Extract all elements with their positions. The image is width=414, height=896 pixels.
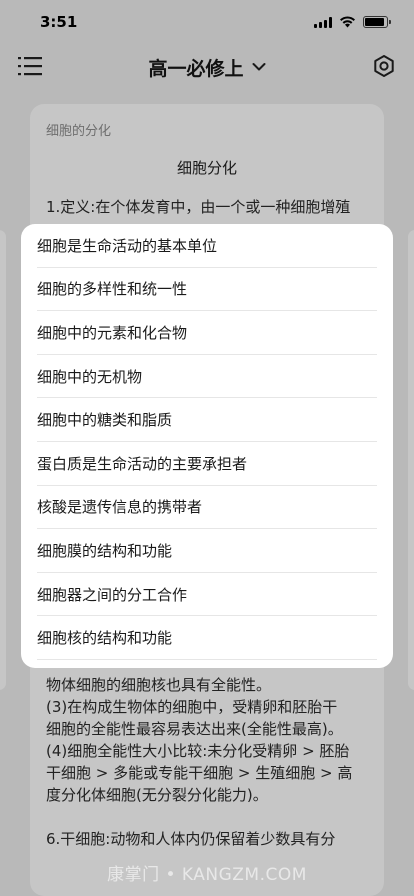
dropdown-item[interactable]: 细胞的多样性和统一性 bbox=[37, 268, 377, 312]
status-icons bbox=[314, 16, 391, 28]
breadcrumb: 细胞的分化 bbox=[46, 124, 112, 139]
status-time: 3:51 bbox=[40, 13, 78, 31]
battery-icon bbox=[363, 16, 391, 28]
article-top-text: 1.定义:在个体发育中，由一个或一种细胞增殖 bbox=[46, 196, 368, 218]
chevron-down-icon bbox=[252, 63, 265, 71]
dropdown-item[interactable]: 核酸是遗传信息的携带者 bbox=[37, 486, 377, 530]
dropdown-item[interactable]: 蛋白质是生命活动的主要承担者 bbox=[37, 442, 377, 486]
signal-icon bbox=[314, 16, 332, 28]
article-line: (4)细胞全能性大小比较:未分化受精卵 > 胚胎 bbox=[46, 742, 350, 760]
article-line: 1.定义:在个体发育中，由一个或一种细胞增殖 bbox=[46, 198, 351, 216]
article-heading: 细胞分化 bbox=[176, 159, 237, 177]
dropdown-item[interactable]: 细胞核的结构和功能 bbox=[37, 616, 377, 660]
dropdown-item[interactable]: 细胞中的无机物 bbox=[37, 355, 377, 399]
article-line: 细胞的全能性最容易表达出来(全能性最高)。 bbox=[46, 720, 343, 738]
page-title: 高一必修上 bbox=[148, 57, 244, 80]
settings-icon[interactable] bbox=[372, 54, 396, 78]
grade-selector[interactable]: 高一必修上 bbox=[148, 54, 265, 81]
wifi-icon bbox=[340, 16, 355, 28]
menu-icon[interactable] bbox=[18, 55, 42, 77]
article-line: 6.干细胞:动物和人体内仍保留着少数具有分 bbox=[46, 830, 336, 848]
dropdown-item[interactable]: 细胞中的糖类和脂质 bbox=[37, 398, 377, 442]
status-bar: 3:51 bbox=[0, 0, 414, 44]
article-bottom-text: 物体细胞的细胞核也具有全能性。 (3)在构成生物体的细胞中，受精卵和胚胎干 细胞… bbox=[46, 674, 374, 850]
dropdown-item[interactable]: 细胞膜的结构和功能 bbox=[37, 529, 377, 573]
dropdown-item[interactable]: 细胞器之间的分工合作 bbox=[37, 573, 377, 617]
dropdown-item[interactable]: 细胞是生命活动的基本单位 bbox=[37, 224, 377, 268]
header: 高一必修上 bbox=[0, 44, 414, 90]
dropdown-item[interactable]: 细胞中的元素和化合物 bbox=[37, 311, 377, 355]
article-line: (3)在构成生物体的细胞中，受精卵和胚胎干 bbox=[46, 698, 338, 716]
article-line: 干细胞 > 多能或专能干细胞 > 生殖细胞 > 高 bbox=[46, 764, 353, 782]
next-card bbox=[408, 230, 414, 690]
watermark: 康掌门 • KANGZM.COM bbox=[107, 865, 307, 885]
article-line: 度分化体细胞(无分裂分化能力)。 bbox=[46, 786, 268, 804]
prev-card bbox=[0, 230, 6, 690]
article-line: 物体细胞的细胞核也具有全能性。 bbox=[46, 676, 272, 694]
chapter-dropdown: 细胞是生命活动的基本单位 细胞的多样性和统一性 细胞中的元素和化合物 细胞中的无… bbox=[21, 224, 393, 668]
